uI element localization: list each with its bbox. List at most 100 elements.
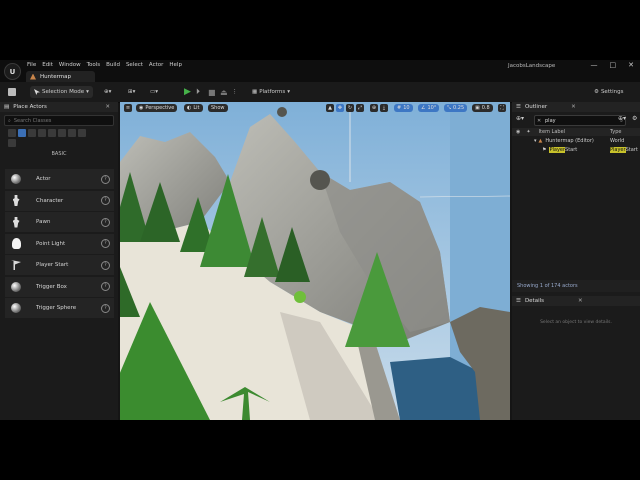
play-icon: ▶: [184, 87, 191, 97]
level-viewport[interactable]: ≡ ◉ Perspective ◐ Lit Show ▲ ✥ ↻ ⤢ ⊕ ⤓ #…: [120, 102, 510, 420]
menu-edit[interactable]: Edit: [42, 62, 59, 68]
list-item[interactable]: Trigger Sphere ?: [5, 298, 114, 318]
map-tab[interactable]: Huntermap: [26, 71, 96, 82]
scale-icon[interactable]: ⤢: [356, 104, 364, 112]
menu-window[interactable]: Window: [59, 62, 87, 68]
menu-file[interactable]: File: [27, 62, 42, 68]
stop-icon: ■: [208, 87, 216, 97]
blueprint-icon: ⊞▾: [128, 89, 136, 95]
selection-mode-button[interactable]: Selection Mode ▾: [30, 86, 93, 98]
eject-button[interactable]: ⏏: [220, 86, 228, 98]
menu-actor[interactable]: Actor: [149, 62, 169, 68]
camera-speed-button[interactable]: ▣ 0.8: [472, 104, 493, 112]
scale-snap-button[interactable]: ⤡ 0.25: [444, 104, 468, 112]
help-icon[interactable]: ?: [101, 196, 110, 205]
surface-snap-icon[interactable]: ⤓: [380, 104, 388, 112]
help-icon[interactable]: ?: [101, 303, 110, 313]
settings-button[interactable]: ⚙ Settings: [594, 86, 624, 98]
menu-tools[interactable]: Tools: [87, 62, 107, 68]
unreal-logo-icon[interactable]: U: [4, 63, 21, 80]
search-classes-input[interactable]: ⌕ Search Classes: [4, 115, 114, 126]
list-item[interactable]: Pawn ?: [5, 212, 114, 232]
world-icon: ▲: [538, 138, 543, 144]
play-mode-menu[interactable]: ⋮: [232, 86, 238, 98]
show-label: Show: [211, 105, 225, 111]
help-icon[interactable]: ?: [101, 260, 110, 270]
basic-category-icon[interactable]: [18, 129, 26, 137]
maximize-button[interactable]: □: [610, 61, 617, 69]
visual-effects-category-icon[interactable]: [58, 129, 66, 137]
list-item[interactable]: Character ?: [5, 190, 114, 211]
play-button[interactable]: ▶: [184, 86, 191, 98]
camera-icon: ◉: [139, 105, 144, 111]
menu-build[interactable]: Build: [106, 62, 126, 68]
filter-icon[interactable]: ⊕▾: [618, 115, 626, 122]
cinematic-category-icon[interactable]: [48, 129, 56, 137]
help-icon[interactable]: ?: [101, 217, 110, 227]
camera-speed-icon: ▣: [475, 105, 480, 111]
actor-label: Actor: [36, 176, 51, 182]
select-mode-icon[interactable]: ▲: [326, 104, 334, 112]
help-icon[interactable]: ?: [101, 239, 110, 248]
show-button[interactable]: Show: [208, 104, 228, 112]
outliner-search-input[interactable]: ✕ play ⌕: [534, 115, 626, 126]
level-icon: [30, 73, 36, 80]
list-item[interactable]: Actor ?: [5, 169, 114, 189]
grid-snap-button[interactable]: # 10: [394, 104, 413, 112]
list-item[interactable]: Player Start ?: [5, 255, 114, 275]
actor-label: Point Light: [36, 240, 66, 247]
translate-icon[interactable]: ✥: [336, 104, 344, 112]
menu-help[interactable]: Help: [169, 62, 188, 68]
help-icon[interactable]: ?: [101, 174, 110, 184]
pause-button[interactable]: ■: [208, 86, 216, 98]
rotate-icon[interactable]: ↻: [346, 104, 354, 112]
add-content-button[interactable]: ⊕▾: [104, 86, 111, 98]
visibility-icon[interactable]: ◉: [516, 129, 520, 135]
table-row[interactable]: ▾ ▲ Huntermap (Editor) World: [512, 137, 640, 145]
geometry-category-icon[interactable]: [8, 139, 16, 147]
lit-button[interactable]: ◐ Lit: [184, 104, 203, 112]
pin-icon[interactable]: ✦: [526, 129, 530, 135]
list-item[interactable]: Trigger Box ?: [5, 276, 114, 297]
gear-icon[interactable]: ⚙: [632, 115, 637, 122]
actor-label: Character: [36, 197, 64, 204]
minimize-button[interactable]: —: [591, 61, 598, 69]
lit-icon: ◐: [187, 105, 192, 111]
world-local-icon[interactable]: ⊕: [370, 104, 378, 112]
recent-category-icon[interactable]: [8, 129, 16, 137]
volumes-category-icon[interactable]: [68, 129, 76, 137]
lights-category-icon[interactable]: [28, 129, 36, 137]
expand-arrow-icon[interactable]: ▾: [534, 138, 537, 144]
blueprints-button[interactable]: ⊞▾: [128, 86, 135, 98]
viewport-menu-button[interactable]: ≡: [124, 104, 132, 112]
perspective-button[interactable]: ◉ Perspective: [136, 104, 178, 112]
close-tab-icon[interactable]: ✕: [571, 104, 576, 110]
column-type[interactable]: Type: [610, 129, 621, 135]
all-classes-category-icon[interactable]: [78, 129, 86, 137]
chevron-down-icon: ▾: [86, 89, 89, 95]
close-button[interactable]: ✕: [628, 61, 634, 69]
add-actor-icon[interactable]: ⊕▾: [516, 115, 524, 122]
rotation-snap-button[interactable]: ∠ 10°: [418, 104, 440, 112]
play-options-button[interactable]: ⏵: [196, 86, 200, 98]
actor-label: Player Start: [36, 262, 69, 268]
list-item[interactable]: Point Light ?: [5, 233, 114, 254]
save-icon[interactable]: [8, 88, 16, 96]
shapes-category-icon[interactable]: [38, 129, 46, 137]
column-item-label[interactable]: Item Label: [539, 129, 565, 135]
close-tab-icon[interactable]: ✕: [105, 104, 110, 110]
close-tab-icon[interactable]: ✕: [578, 298, 583, 304]
place-actors-tab[interactable]: ▤ Place Actors ✕: [0, 102, 118, 112]
cinematics-button[interactable]: ▭▾: [150, 86, 158, 98]
landscape-scene[interactable]: [120, 102, 510, 420]
details-tab[interactable]: ☰ Details ✕: [512, 296, 640, 306]
help-icon[interactable]: ?: [101, 282, 110, 291]
rotation-snap-value: 10°: [427, 105, 437, 111]
maximize-viewport-icon[interactable]: ⛶: [498, 104, 506, 112]
outliner-tab[interactable]: ☰ Outliner ✕: [512, 102, 640, 112]
boulder: [310, 170, 330, 190]
platforms-button[interactable]: ▦ Platforms ▾: [252, 86, 290, 98]
menu-select[interactable]: Select: [126, 62, 149, 68]
clear-search-icon[interactable]: ✕: [537, 118, 541, 124]
table-row[interactable]: ⚑ PlayerStart PlayerStart: [512, 146, 640, 154]
